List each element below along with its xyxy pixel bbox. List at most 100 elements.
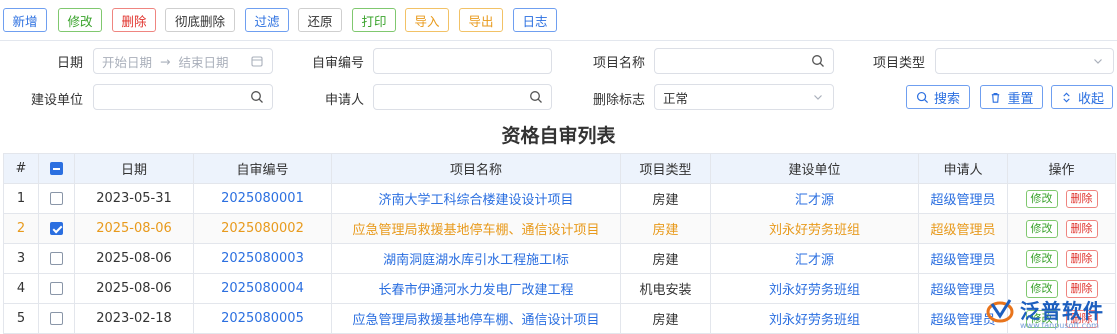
row-project-type: 房建	[620, 183, 711, 214]
col-date-header: 日期	[74, 153, 194, 184]
row-date: 2025-08-06	[74, 243, 194, 274]
applicant-label: 申请人	[325, 93, 365, 108]
row-select-cell[interactable]	[38, 213, 75, 244]
date-label: 日期	[57, 56, 84, 71]
row-select-cell[interactable]	[38, 273, 75, 304]
project-name-label: 项目名称	[593, 56, 646, 71]
row-build-unit[interactable]: 刘永好劳务班组	[710, 303, 919, 334]
table-row[interactable]: 3 2025-08-06 2025080003 湖南洞庭湖水库引水工程施工I标 房建 汇才…	[3, 243, 1116, 274]
chevron-down-icon	[814, 95, 822, 100]
applicant-input[interactable]	[373, 84, 552, 110]
build-unit-label: 建设单位	[31, 93, 84, 108]
row-applicant[interactable]: 超级管理员	[918, 213, 1008, 244]
search-button-label: 搜索	[933, 90, 960, 106]
row-checkbox[interactable]	[50, 312, 63, 325]
col-type-header: 项目类型	[620, 153, 711, 184]
row-edit-button[interactable]: 修改	[1025, 189, 1058, 208]
row-project-name[interactable]: 应急管理局救援基地停车棚、通信设计项目	[331, 213, 621, 244]
row-project-type: 房建	[620, 303, 711, 334]
row-checkbox[interactable]	[50, 282, 63, 295]
table-row[interactable]: 5 2023-02-18 2025080005 应急管理局救援基地停车棚、通信设计项目…	[3, 303, 1116, 334]
col-select-header[interactable]	[38, 153, 75, 184]
table-row[interactable]: 4 2025-08-06 2025080004 长春市伊通河水力发电厂改建工程 机电安装…	[3, 273, 1116, 304]
row-project-type: 机电安装	[620, 273, 711, 304]
row-select-cell[interactable]	[38, 303, 75, 334]
col-no-header: 自审编号	[193, 153, 332, 184]
search-icon[interactable]	[529, 90, 543, 104]
row-edit-button[interactable]: 修改	[1025, 249, 1058, 268]
row-project-name[interactable]: 湖南洞庭湖水库引水工程施工I标	[331, 243, 621, 274]
selfcheck-no-label: 自审编号	[312, 56, 365, 71]
row-actions: 修改 删除	[1007, 213, 1116, 244]
row-actions: 修改 删除	[1007, 183, 1116, 214]
row-build-unit[interactable]: 刘永好劳务班组	[710, 273, 919, 304]
purge-button[interactable]: 彻底删除	[165, 8, 235, 32]
row-build-unit[interactable]: 汇才源	[710, 183, 919, 214]
search-icon[interactable]	[250, 90, 264, 104]
row-project-name[interactable]: 长春市伊通河水力发电厂改建工程	[331, 273, 621, 304]
row-date: 2025-08-06	[74, 273, 194, 304]
table-row[interactable]: 2 2025-08-06 2025080002 应急管理局救援基地停车棚、通信设计项目…	[3, 213, 1116, 244]
row-index: 2	[3, 213, 39, 244]
row-checkbox[interactable]	[50, 192, 63, 205]
row-selfcheck-no[interactable]: 2025080004	[193, 273, 332, 304]
select-all-checkbox[interactable]	[50, 162, 63, 175]
collapse-button-label: 收起	[1077, 90, 1104, 106]
row-selfcheck-no[interactable]: 2025080002	[193, 213, 332, 244]
reset-button-label: 重置	[1007, 90, 1034, 106]
row-checkbox[interactable]	[50, 252, 63, 265]
project-type-select[interactable]	[935, 48, 1114, 74]
chevron-down-icon	[1094, 59, 1102, 64]
add-button[interactable]: 新增	[3, 8, 47, 32]
edit-button[interactable]: 修改	[58, 8, 102, 32]
selfcheck-no-input[interactable]	[373, 48, 552, 74]
col-actions-header: 操作	[1007, 153, 1116, 184]
filter-button[interactable]: 过滤	[245, 8, 289, 32]
table-body: 1 2023-05-31 2025080001 济南大学工科综合楼建设设计项目 房建 汇才…	[3, 183, 1116, 334]
project-name-input[interactable]	[654, 48, 834, 74]
date-end-placeholder: 结束日期	[178, 54, 229, 70]
delete-button[interactable]: 删除	[112, 8, 156, 32]
row-project-name[interactable]: 济南大学工科综合楼建设设计项目	[331, 183, 621, 214]
brand-name: 泛普软件	[1020, 299, 1104, 323]
date-start-placeholder: 开始日期	[102, 54, 153, 70]
row-build-unit[interactable]: 汇才源	[710, 243, 919, 274]
row-applicant[interactable]: 超级管理员	[918, 183, 1008, 214]
row-select-cell[interactable]	[38, 243, 75, 274]
brand-url: www.fanpusoft.com	[1020, 321, 1099, 330]
delete-flag-value: 正常	[663, 90, 689, 106]
row-index: 5	[3, 303, 39, 334]
log-button[interactable]: 日志	[513, 8, 557, 32]
row-delete-button[interactable]: 删除	[1065, 189, 1098, 208]
row-date: 2025-08-06	[74, 213, 194, 244]
delete-flag-label: 删除标志	[593, 93, 646, 108]
search-button[interactable]: 搜索	[906, 85, 970, 109]
row-project-name[interactable]: 应急管理局救援基地停车棚、通信设计项目	[331, 303, 621, 334]
search-icon[interactable]	[811, 54, 825, 68]
row-index: 3	[3, 243, 39, 274]
export-button[interactable]: 导出	[459, 8, 503, 32]
table-row[interactable]: 1 2023-05-31 2025080001 济南大学工科综合楼建设设计项目 房建 汇才…	[3, 183, 1116, 214]
delete-flag-select[interactable]: 正常	[654, 84, 834, 110]
date-range-picker[interactable]: 开始日期 → 结束日期	[93, 48, 273, 74]
import-button[interactable]: 导入	[405, 8, 449, 32]
row-actions: 修改 删除	[1007, 243, 1116, 274]
print-button[interactable]: 打印	[352, 8, 396, 32]
row-index: 4	[3, 273, 39, 304]
row-checkbox[interactable]	[50, 222, 63, 235]
row-selfcheck-no[interactable]: 2025080001	[193, 183, 332, 214]
reset-button[interactable]: 重置	[980, 85, 1043, 109]
search-icon	[916, 91, 929, 103]
row-selfcheck-no[interactable]: 2025080003	[193, 243, 332, 274]
restore-button[interactable]: 还原	[298, 8, 342, 32]
build-unit-input[interactable]	[93, 84, 273, 110]
collapse-button[interactable]: 收起	[1051, 85, 1113, 109]
row-applicant[interactable]: 超级管理员	[918, 243, 1008, 274]
row-delete-button[interactable]: 删除	[1065, 249, 1098, 268]
row-selfcheck-no[interactable]: 2025080005	[193, 303, 332, 334]
row-edit-button[interactable]: 修改	[1025, 219, 1058, 238]
row-delete-button[interactable]: 删除	[1065, 219, 1098, 238]
data-table: # 日期 自审编号 项目名称 项目类型 建设单位 申请人 操作 1 2023-05…	[3, 153, 1116, 334]
row-build-unit[interactable]: 刘永好劳务班组	[710, 213, 919, 244]
row-select-cell[interactable]	[38, 183, 75, 214]
